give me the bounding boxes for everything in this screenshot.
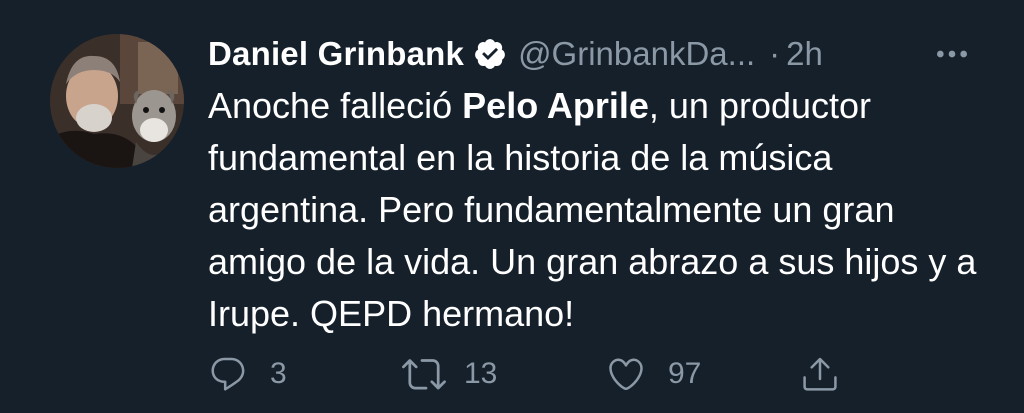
retweet-count: 13	[464, 357, 498, 390]
verified-badge-icon	[473, 37, 507, 71]
timestamp[interactable]: 2h	[786, 35, 823, 73]
tweet-text-part1: Anoche falleció	[208, 85, 463, 126]
reply-count: 3	[270, 357, 287, 390]
avatar[interactable]	[50, 34, 184, 168]
retweet-button[interactable]: 13	[402, 352, 497, 396]
retweet-icon	[402, 352, 446, 396]
reply-button[interactable]: 3	[208, 352, 287, 396]
tweet-text-bold: Pelo Aprile	[462, 85, 649, 126]
author-handle[interactable]: @GrinbankDa...	[518, 35, 755, 73]
tweet-actions: 3 13 97	[208, 352, 848, 396]
author-name[interactable]: Daniel Grinbank	[208, 35, 464, 73]
tweet-header: Daniel Grinbank @GrinbankDa... · 2h	[208, 28, 984, 80]
like-count: 97	[668, 357, 702, 390]
more-options-icon[interactable]	[932, 34, 972, 74]
like-button[interactable]: 97	[606, 352, 701, 396]
share-icon	[800, 354, 840, 394]
separator-dot: ·	[769, 35, 781, 72]
reply-icon	[208, 354, 248, 394]
heart-icon	[606, 354, 646, 394]
tweet-text: Anoche falleció Pelo Aprile, un producto…	[208, 80, 998, 340]
share-button[interactable]	[800, 352, 840, 396]
